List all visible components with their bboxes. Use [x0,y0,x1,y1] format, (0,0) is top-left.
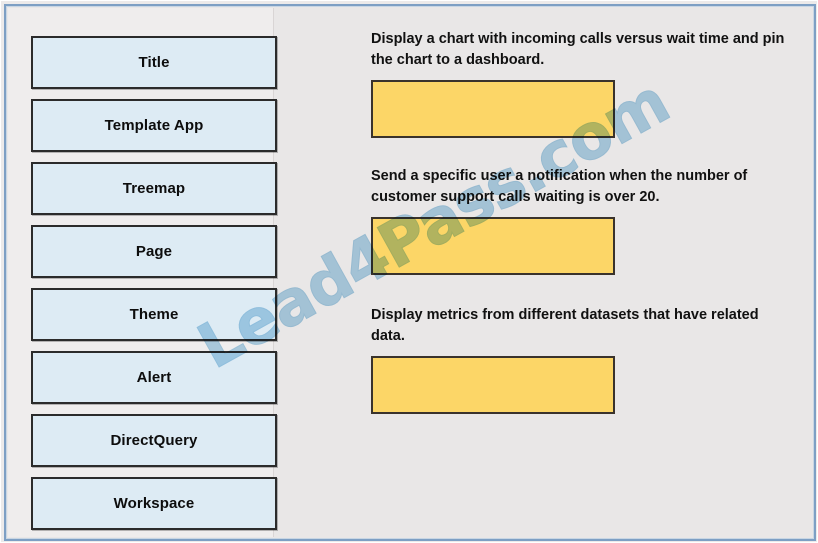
task-list: Display a chart with incoming calls vers… [371,29,791,428]
answer-choice-label: Title [138,54,170,71]
screenshot-root: Title Template App Treemap Page Theme Al… [0,0,818,543]
answer-choice-theme[interactable]: Theme [31,288,277,341]
answer-choice-label: Theme [129,306,179,323]
task-statement: Display metrics from different datasets … [371,307,759,344]
answer-choice-title[interactable]: Title [31,36,277,89]
task-statement: Send a specific user a notification when… [371,168,748,205]
answer-drop-target-3[interactable] [371,356,615,415]
answer-drop-target-1[interactable] [371,80,615,139]
answer-choice-label: DirectQuery [110,432,198,449]
answer-choice-label: Alert [136,369,172,386]
answer-choice-label: Treemap [122,180,186,197]
task-item: Display metrics from different datasets … [371,305,791,415]
answer-choices-panel: Title Template App Treemap Page Theme Al… [8,8,277,540]
answer-choice-label: Workspace [113,495,195,512]
answer-drop-target-2[interactable] [371,217,615,276]
answer-choice-label: Page [135,243,173,260]
task-item: Send a specific user a notification when… [371,166,791,276]
answer-choice-template-app[interactable]: Template App [31,99,277,152]
answer-choice-page[interactable]: Page [31,225,277,278]
task-item: Display a chart with incoming calls vers… [371,29,791,139]
answer-choices-list: Title Template App Treemap Page Theme Al… [31,36,277,540]
answer-choice-label: Template App [104,117,204,134]
answer-choice-workspace[interactable]: Workspace [31,477,277,530]
answer-choice-directquery[interactable]: DirectQuery [31,414,277,467]
answer-choice-alert[interactable]: Alert [31,351,277,404]
task-statement: Display a chart with incoming calls vers… [371,31,785,68]
answer-choice-treemap[interactable]: Treemap [31,162,277,215]
